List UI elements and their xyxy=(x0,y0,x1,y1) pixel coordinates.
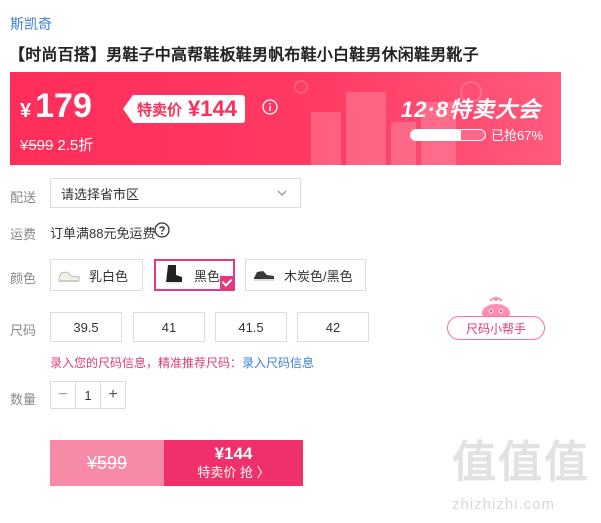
current-price: ¥179 xyxy=(20,86,92,131)
buy-cta-label: 特卖价 抢 〉 xyxy=(197,465,270,480)
color-option-label: 黑色 xyxy=(194,268,221,284)
discount-rate: 2.5折 xyxy=(57,137,94,154)
color-option-cream[interactable]: 乳白色 xyxy=(50,259,143,291)
size-option[interactable]: 39.5 xyxy=(50,312,122,342)
product-title: 【时尚百搭】男鞋子中高帮鞋板鞋男帆布鞋小白鞋男休闲鞋男靴子 xyxy=(9,47,479,64)
watermark-logo: 值值值 xyxy=(452,438,590,487)
color-option-black[interactable]: 黑色 xyxy=(154,259,235,291)
quantity-decrement-button[interactable]: − xyxy=(51,382,75,408)
buy-original-price-button[interactable]: ¥599 xyxy=(50,440,164,486)
buy-now-button[interactable]: ¥144 特卖价 抢 〉 xyxy=(164,440,303,486)
size-option[interactable]: 42 xyxy=(297,312,369,342)
buy-bar: ¥599 ¥144 特卖价 抢 〉 xyxy=(50,440,303,486)
color-option-label: 乳白色 xyxy=(89,268,129,284)
buy-price: ¥144 xyxy=(214,444,253,463)
shoe-thumbnail xyxy=(254,271,274,281)
sale-price-label: 特卖价 xyxy=(137,101,183,119)
size-helper-label: 尺码小帮手 xyxy=(447,316,545,340)
original-price: ¥599 xyxy=(20,137,54,154)
promo-banner: ¥179 特卖价 ¥144 ¥599 2.5折 12·8特卖大会 已抢67% xyxy=(10,72,561,165)
brand-link[interactable]: 斯凯奇 xyxy=(10,14,52,34)
chevron-down-icon xyxy=(277,190,287,196)
color-label: 颜色 xyxy=(10,271,37,286)
shipping-text: 订单满88元免运费 xyxy=(50,226,156,241)
size-option[interactable]: 41 xyxy=(133,312,205,342)
selected-check-icon xyxy=(220,276,234,290)
sale-price-value: ¥144 xyxy=(188,96,237,121)
watermark-url: zhizhizhi.com xyxy=(452,496,556,513)
currency-symbol: ¥ xyxy=(20,100,32,122)
size-helper-button[interactable]: 尺码小帮手 xyxy=(447,296,547,342)
size-info-prompt: 录入您的尺码信息，精准推荐尺码： xyxy=(50,356,243,370)
delivery-label: 配送 xyxy=(10,190,37,205)
size-info-row: 录入您的尺码信息，精准推荐尺码：录入尺码信息 xyxy=(50,354,314,371)
grab-progress-bar xyxy=(410,129,486,141)
shipping-label: 运费 xyxy=(10,227,37,242)
grab-progress-fill xyxy=(411,130,461,140)
size-info-link[interactable]: 录入尺码信息 xyxy=(242,356,314,370)
original-price-row: ¥599 2.5折 xyxy=(20,134,93,155)
quantity-value[interactable]: 1 xyxy=(75,382,101,408)
quantity-label: 数量 xyxy=(10,392,37,407)
sale-price-tag: 特卖价 ¥144 xyxy=(123,95,245,123)
region-select[interactable]: 请选择省市区 xyxy=(50,178,301,208)
quantity-increment-button[interactable]: + xyxy=(101,382,125,408)
size-option[interactable]: 41.5 xyxy=(215,312,287,342)
region-select-value: 请选择省市区 xyxy=(61,186,140,202)
shoe-thumbnail xyxy=(58,271,80,282)
site-watermark: 值值值 zhizhizhi.com xyxy=(452,438,601,523)
quantity-stepper: − 1 + xyxy=(50,381,126,409)
grab-progress-text: 已抢67% xyxy=(491,128,544,143)
size-label: 尺码 xyxy=(10,323,37,338)
current-price-value: 179 xyxy=(35,87,92,125)
color-option-charcoal[interactable]: 木炭色/黑色 xyxy=(245,259,366,291)
question-icon[interactable] xyxy=(154,222,170,238)
info-icon[interactable] xyxy=(262,99,278,115)
shoe-thumbnail xyxy=(166,265,182,284)
event-title: 12·8特卖大会 xyxy=(400,97,541,122)
color-option-label: 木炭色/黑色 xyxy=(284,268,353,284)
